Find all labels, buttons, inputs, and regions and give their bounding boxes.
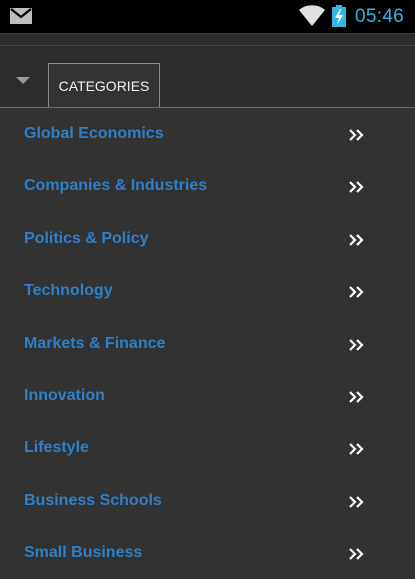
double-chevron-right-icon: [349, 547, 364, 565]
list-item[interactable]: Politics & Policy: [0, 212, 415, 264]
tab-categories[interactable]: CATEGORIES: [48, 63, 160, 107]
list-item[interactable]: Innovation: [0, 369, 415, 421]
category-label: Technology: [24, 282, 113, 300]
category-label: Small Business: [24, 544, 143, 562]
list-item[interactable]: Lifestyle: [0, 421, 415, 473]
tab-label: CATEGORIES: [58, 78, 150, 94]
category-label: Global Economics: [24, 125, 164, 142]
clock: 05:46: [355, 6, 405, 27]
list-item[interactable]: Global Economics: [0, 107, 415, 159]
battery-charging-icon: [332, 5, 346, 32]
list-item[interactable]: Small Business: [0, 526, 415, 578]
dropdown-triangle-icon: [16, 77, 30, 84]
status-bar: 05:46: [0, 0, 415, 33]
double-chevron-right-icon: [349, 128, 364, 146]
divider: [0, 45, 415, 46]
double-chevron-right-icon: [349, 285, 364, 303]
mail-icon: [10, 8, 32, 29]
double-chevron-right-icon: [349, 390, 364, 408]
double-chevron-right-icon: [349, 180, 364, 198]
category-label: Lifestyle: [24, 439, 89, 457]
list-item[interactable]: Companies & Industries: [0, 159, 415, 211]
category-label: Business Schools: [24, 491, 162, 509]
double-chevron-right-icon: [349, 442, 364, 460]
list-item[interactable]: Markets & Finance: [0, 317, 415, 369]
dropdown-button[interactable]: [0, 64, 46, 108]
list-item[interactable]: Business Schools: [0, 474, 415, 526]
double-chevron-right-icon: [349, 495, 364, 513]
category-tab-bar: CATEGORIES: [0, 33, 415, 108]
category-label: Markets & Finance: [24, 334, 166, 352]
category-label: Companies & Industries: [24, 177, 208, 195]
category-list: Global Economics Companies & Industries …: [0, 107, 415, 567]
category-label: Innovation: [24, 386, 105, 404]
category-label: Politics & Policy: [24, 229, 149, 247]
double-chevron-right-icon: [349, 233, 364, 251]
wifi-icon: [299, 5, 325, 32]
list-item[interactable]: Technology: [0, 264, 415, 316]
double-chevron-right-icon: [349, 338, 364, 356]
